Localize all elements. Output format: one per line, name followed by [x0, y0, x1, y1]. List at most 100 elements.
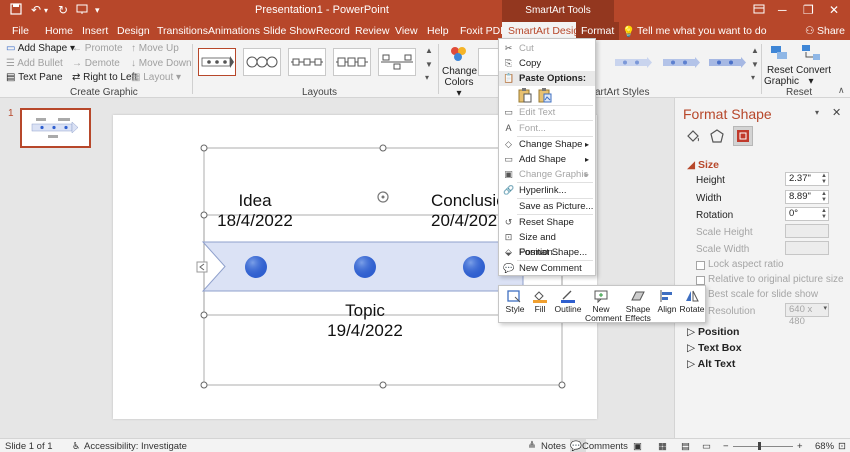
layout-option-4[interactable] [333, 48, 371, 76]
textbox-section-toggle[interactable]: ▷ Text Box [687, 342, 742, 354]
reading-view-icon[interactable]: ▤ [681, 441, 690, 452]
position-section-toggle[interactable]: ▷ Position [687, 326, 739, 338]
layout-option-1[interactable] [198, 48, 236, 76]
styles-more-icon[interactable]: ▾ [751, 73, 755, 82]
scale-width-input[interactable] [785, 241, 829, 255]
notes-button[interactable]: Notes [541, 441, 566, 452]
menu-format-shape[interactable]: ⬙ Format Shape... [499, 245, 595, 260]
notes-icon[interactable]: ≜ [528, 441, 536, 452]
demote-button[interactable]: → Demote [72, 58, 120, 69]
add-bullet-button[interactable]: ☰ Add Bullet [6, 58, 63, 69]
save-icon[interactable] [10, 3, 22, 18]
tell-me-search[interactable]: Tell me what you want to do [637, 25, 767, 37]
tab-slideshow[interactable]: Slide Show [263, 25, 316, 37]
tab-view[interactable]: View [395, 25, 418, 37]
tab-home[interactable]: Home [45, 25, 73, 37]
slide-thumbnail[interactable] [20, 108, 91, 148]
right-to-left-button[interactable]: ⇄ Right to Left [72, 72, 137, 83]
tab-file[interactable]: File [12, 25, 29, 37]
layouts-more-icon[interactable]: ▾ [425, 73, 429, 82]
style-option-1[interactable] [478, 48, 500, 76]
minimize-icon[interactable]: ─ [778, 3, 787, 17]
width-input[interactable]: 8.89" ▲ ▼ [785, 190, 829, 204]
zoom-in-icon[interactable]: + [797, 441, 803, 452]
accessibility-status[interactable]: Accessibility: Investigate [84, 441, 187, 452]
styles-scroll-up-icon[interactable]: ▲ [751, 46, 759, 55]
share-button[interactable]: Share [817, 25, 845, 37]
tab-foxit[interactable]: Foxit PDF [460, 25, 507, 37]
menu-size-position[interactable]: ⊡ Size and Position... [499, 230, 595, 258]
zoom-out-icon[interactable]: − [723, 441, 729, 452]
fit-slide-icon[interactable]: ⊡ [838, 441, 846, 452]
customize-icon[interactable]: ▾ [95, 5, 100, 16]
slideshow-icon[interactable] [76, 3, 88, 18]
lock-aspect-checkbox[interactable] [696, 261, 705, 270]
normal-view-icon[interactable]: ▣ [633, 441, 642, 452]
size-section-toggle[interactable]: ◢ Size [687, 159, 719, 171]
idea-textbox[interactable]: Idea 18/4/2022 [215, 191, 295, 231]
menu-change-graphic[interactable]: ▣ Change Graphic ▸ [499, 167, 595, 182]
menu-font[interactable]: A Font... [499, 121, 595, 136]
layout-option-3[interactable] [288, 48, 326, 76]
convert-button[interactable]: Convert ▾ [796, 43, 831, 87]
tab-insert[interactable]: Insert [82, 25, 108, 37]
outline-button[interactable]: Outline [554, 289, 582, 314]
topic-textbox[interactable]: Topic 19/4/2022 [321, 301, 409, 341]
slide-sorter-icon[interactable]: ▦ [658, 441, 667, 452]
shape-effects-button[interactable]: Shape Effects [623, 289, 653, 323]
tab-animations[interactable]: Animations [208, 25, 260, 37]
zoom-slider-thumb[interactable] [758, 442, 761, 450]
tab-design[interactable]: Design [117, 25, 150, 37]
layout-option-5[interactable] [378, 48, 416, 76]
text-pane-button[interactable]: ▤ Text Pane [6, 72, 63, 83]
tab-record[interactable]: Record [316, 25, 350, 37]
add-shape-button[interactable]: ▭ Add Shape ▾ [6, 43, 75, 54]
ribbon-display-icon[interactable] [753, 3, 765, 18]
menu-edit-text[interactable]: ▭ Edit Text [499, 105, 595, 120]
style-button[interactable]: Style [503, 289, 527, 314]
reset-graphic-button[interactable]: Reset Graphic [764, 43, 799, 87]
menu-add-shape[interactable]: ▭ Add Shape ▸ [499, 152, 595, 167]
alttext-section-toggle[interactable]: ▷ Alt Text [687, 358, 735, 370]
menu-copy[interactable]: ⎘ Copy [499, 56, 595, 71]
paste-keep-source-icon[interactable] [517, 87, 533, 106]
menu-new-comment[interactable]: 💬 New Comment [499, 261, 595, 276]
paste-picture-icon[interactable] [537, 87, 553, 106]
style-option-5[interactable] [612, 48, 652, 76]
layouts-scroll-up-icon[interactable]: ▲ [425, 46, 433, 55]
menu-reset-shape[interactable]: ↺ Reset Shape [499, 215, 595, 230]
restore-icon[interactable]: ❐ [803, 3, 814, 17]
close-icon[interactable]: ✕ [829, 3, 839, 17]
menu-cut[interactable]: ✂ Cut [499, 41, 595, 56]
zoom-level[interactable]: 68% [815, 441, 834, 452]
align-button[interactable]: Align [655, 289, 679, 314]
undo-dropdown-icon[interactable]: ▾ [44, 6, 48, 15]
move-down-button[interactable]: ↓ Move Down [131, 58, 192, 69]
redo-icon[interactable]: ↻ [58, 3, 68, 17]
promote-button[interactable]: ← Promote [72, 43, 123, 54]
layout-button[interactable]: ▦ Layout ▾ [131, 72, 181, 83]
collapse-ribbon-icon[interactable]: ∧ [838, 85, 845, 96]
tab-transitions[interactable]: Transitions [157, 25, 208, 37]
scale-height-input[interactable] [785, 224, 829, 238]
resolution-select[interactable]: 640 x 480 ▾ [785, 303, 829, 327]
styles-scroll-down-icon[interactable]: ▼ [751, 60, 759, 69]
change-colors-button[interactable]: Change Colors ▾ [442, 44, 477, 99]
slideshow-view-icon[interactable]: ▭ [702, 441, 711, 452]
fill-button[interactable]: Fill [529, 289, 551, 314]
rotation-input[interactable]: 0° ▲ ▼ [785, 207, 829, 221]
layout-option-2[interactable] [243, 48, 281, 76]
move-up-button[interactable]: ↑ Move Up [131, 43, 179, 54]
tab-help[interactable]: Help [427, 25, 449, 37]
menu-save-as-picture[interactable]: Save as Picture... [499, 199, 595, 214]
tab-review[interactable]: Review [355, 25, 389, 37]
relative-original-checkbox[interactable] [696, 276, 705, 285]
style-option-7[interactable] [706, 48, 746, 76]
new-comment-button[interactable]: New Comment [585, 289, 622, 323]
height-input[interactable]: 2.37" ▲ ▼ [785, 172, 829, 186]
zoom-slider[interactable] [733, 446, 793, 447]
pane-options-icon[interactable]: ▾ [815, 108, 819, 117]
style-option-6[interactable] [660, 48, 700, 76]
pane-close-icon[interactable]: ✕ [832, 106, 841, 119]
rotate-button[interactable]: Rotate [679, 289, 705, 314]
